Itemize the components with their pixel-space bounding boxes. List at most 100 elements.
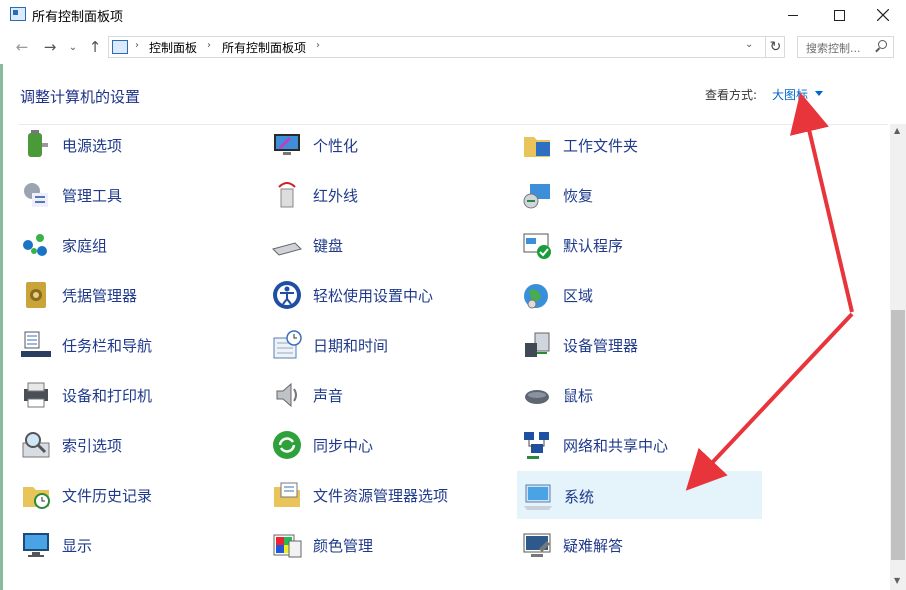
control-panel-item-label: 区域 xyxy=(563,287,594,305)
default-programs-icon xyxy=(521,229,553,261)
devices-printers-icon xyxy=(20,379,52,411)
control-panel-item[interactable]: 电源选项 xyxy=(16,121,261,169)
refresh-button[interactable]: ↻ xyxy=(765,36,785,58)
control-panel-item-label: 网络和共享中心 xyxy=(563,437,669,455)
homegroup-icon xyxy=(20,229,52,261)
keyboard-icon xyxy=(271,229,303,261)
control-panel-item[interactable]: 个性化 xyxy=(267,121,512,169)
display-icon xyxy=(20,529,52,561)
control-panel-item-label: 鼠标 xyxy=(563,387,594,405)
view-by-dropdown[interactable]: 大图标 xyxy=(772,86,808,103)
control-panel-item[interactable]: 轻松使用设置中心 xyxy=(267,271,512,319)
forward-arrow-icon: → xyxy=(43,38,57,56)
control-panel-item-label: 同步中心 xyxy=(313,437,374,455)
control-panel-item-label: 设备管理器 xyxy=(563,337,639,355)
maximize-button[interactable] xyxy=(816,0,862,30)
control-panel-item[interactable]: 区域 xyxy=(517,271,762,319)
control-panel-item-label: 文件资源管理器选项 xyxy=(313,487,449,505)
control-panel-item-label: 系统 xyxy=(564,488,595,506)
scrollbar-thumb[interactable] xyxy=(891,310,905,560)
network-sharing-icon xyxy=(521,429,553,461)
back-arrow-icon: ← xyxy=(15,38,29,56)
troubleshooting-icon xyxy=(521,529,553,561)
breadcrumb-control-panel[interactable]: 控制面板 xyxy=(149,39,197,56)
control-panel-item[interactable]: 红外线 xyxy=(267,171,512,219)
sync-center-icon xyxy=(271,429,303,461)
search-input[interactable]: 搜索控制... xyxy=(797,36,894,58)
chevron-down-icon[interactable] xyxy=(815,91,823,96)
indexing-options-icon xyxy=(20,429,52,461)
control-panel-item[interactable]: 任务栏和导航 xyxy=(16,321,261,369)
control-panel-item[interactable]: 同步中心 xyxy=(267,421,512,469)
control-panel-item-label: 日期和时间 xyxy=(313,337,389,355)
control-panel-item[interactable]: 设备和打印机 xyxy=(16,371,261,419)
search-placeholder: 搜索控制... xyxy=(806,42,861,55)
control-panel-item[interactable]: 家庭组 xyxy=(16,221,261,269)
window-title: 所有控制面板项 xyxy=(32,10,124,25)
control-panel-item-label: 个性化 xyxy=(313,137,359,155)
device-manager-icon xyxy=(521,329,553,361)
control-panel-item[interactable]: 声音 xyxy=(267,371,512,419)
maximize-icon xyxy=(833,9,845,21)
control-panel-item[interactable]: 默认程序 xyxy=(517,221,762,269)
control-panel-item[interactable]: 文件资源管理器选项 xyxy=(267,471,512,519)
system-icon xyxy=(522,480,554,512)
control-panel-item[interactable]: 颜色管理 xyxy=(267,521,512,569)
control-panel-item[interactable]: 鼠标 xyxy=(517,371,762,419)
address-dropdown-icon[interactable]: ⌄ xyxy=(745,39,753,50)
control-panel-item-label: 电源选项 xyxy=(62,137,123,155)
control-panel-item[interactable]: 索引选项 xyxy=(16,421,261,469)
breadcrumb-separator[interactable]: › xyxy=(316,40,320,51)
close-icon xyxy=(877,9,889,21)
infrared-icon xyxy=(271,179,303,211)
vertical-scrollbar[interactable]: ▲ ▼ xyxy=(890,124,906,590)
sound-icon xyxy=(271,379,303,411)
control-panel-item-label: 凭据管理器 xyxy=(62,287,138,305)
recent-locations-button[interactable]: ⌄ xyxy=(66,38,80,56)
scroll-up-icon[interactable]: ▲ xyxy=(894,126,900,135)
control-panel-item-label: 颜色管理 xyxy=(313,537,374,555)
up-button[interactable]: ↑ xyxy=(86,38,104,56)
minimize-icon xyxy=(788,14,798,16)
breadcrumb-all-items[interactable]: 所有控制面板项 xyxy=(222,39,306,56)
recovery-icon xyxy=(521,179,553,211)
control-panel-item-label: 默认程序 xyxy=(563,237,624,255)
region-icon xyxy=(521,279,553,311)
title-bar: 所有控制面板项 xyxy=(0,0,906,30)
control-panel-item[interactable]: 疑难解答 xyxy=(517,521,762,569)
control-panel-item[interactable]: 管理工具 xyxy=(16,171,261,219)
control-panel-item[interactable]: 凭据管理器 xyxy=(16,271,261,319)
back-button[interactable]: ← xyxy=(12,38,32,56)
credential-manager-icon xyxy=(20,279,52,311)
explorer-options-icon xyxy=(271,479,303,511)
control-panel-item[interactable]: 键盘 xyxy=(267,221,512,269)
control-panel-item[interactable]: 系统 xyxy=(517,471,762,519)
scroll-down-icon[interactable]: ▼ xyxy=(894,576,900,585)
power-options-icon xyxy=(20,129,52,161)
minimize-button[interactable] xyxy=(770,0,816,30)
control-panel-item-label: 轻松使用设置中心 xyxy=(313,287,434,305)
control-panel-item[interactable]: 工作文件夹 xyxy=(517,121,762,169)
admin-tools-icon xyxy=(20,179,52,211)
control-panel-item[interactable]: 显示 xyxy=(16,521,261,569)
control-panel-item[interactable]: 设备管理器 xyxy=(517,321,762,369)
breadcrumb-separator: › xyxy=(135,40,139,51)
control-panel-icon xyxy=(112,40,128,54)
breadcrumb-separator[interactable]: › xyxy=(207,40,211,51)
forward-button[interactable]: → xyxy=(40,38,60,56)
close-button[interactable] xyxy=(860,0,906,30)
file-history-icon xyxy=(20,479,52,511)
control-panel-item[interactable]: 文件历史记录 xyxy=(16,471,261,519)
control-panel-item[interactable]: 恢复 xyxy=(517,171,762,219)
chevron-down-icon: ⌄ xyxy=(68,41,78,53)
address-bar[interactable]: › 控制面板 › 所有控制面板项 › ⌄ ↻ xyxy=(108,36,785,58)
control-panel-items: 电源选项 个性化 工作文件夹管理工具 红外线 恢复家庭组 键盘 默认程序凭据管理器 轻松使用设… xyxy=(0,120,890,590)
personalization-icon xyxy=(271,129,303,161)
page-title: 调整计算机的设置 xyxy=(20,88,141,106)
control-panel-item-label: 恢复 xyxy=(563,187,594,205)
control-panel-item[interactable]: 日期和时间 xyxy=(267,321,512,369)
color-management-icon xyxy=(271,529,303,561)
work-folders-icon xyxy=(521,129,553,161)
control-panel-icon xyxy=(10,7,26,21)
control-panel-item[interactable]: 网络和共享中心 xyxy=(517,421,762,469)
